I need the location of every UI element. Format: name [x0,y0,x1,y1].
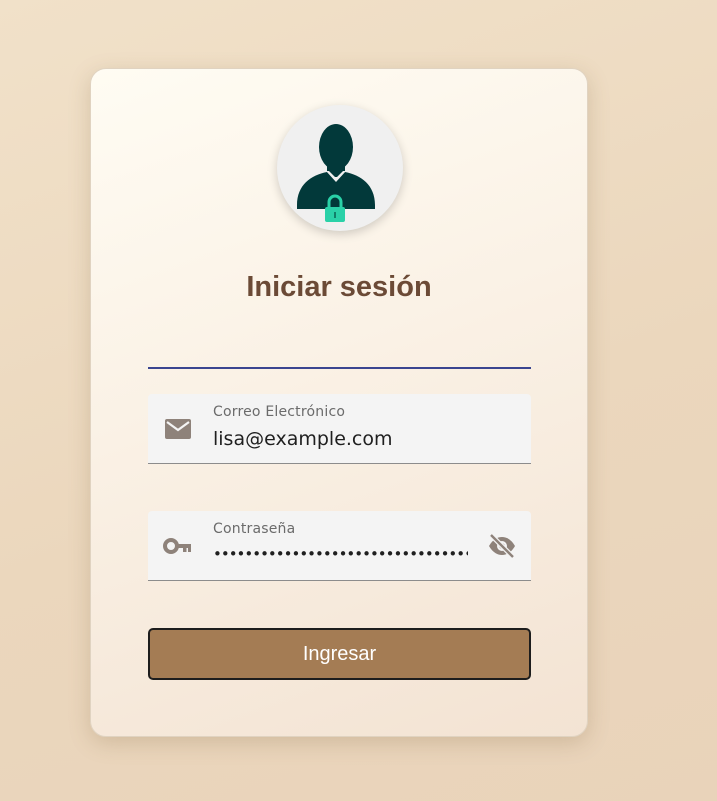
password-label: Contraseña [213,521,296,537]
page-title: Iniciar sesión [246,271,432,303]
key-icon [163,533,193,559]
email-label: Correo Electrónico [213,404,346,420]
mail-icon [163,416,193,442]
eye-off-icon[interactable] [487,531,517,561]
password-input[interactable]: ••••••••••••••••••••••••••••••••••• [213,545,468,563]
password-field[interactable]: Contraseña •••••••••••••••••••••••••••••… [148,511,531,581]
login-card: Iniciar sesión Correo Electrónico lisa@e… [90,68,588,737]
divider [148,367,531,369]
submit-button[interactable]: Ingresar [148,628,531,680]
email-field[interactable]: Correo Electrónico lisa@example.com [148,394,531,464]
user-lock-icon [277,105,403,231]
email-input[interactable]: lisa@example.com [213,428,393,450]
